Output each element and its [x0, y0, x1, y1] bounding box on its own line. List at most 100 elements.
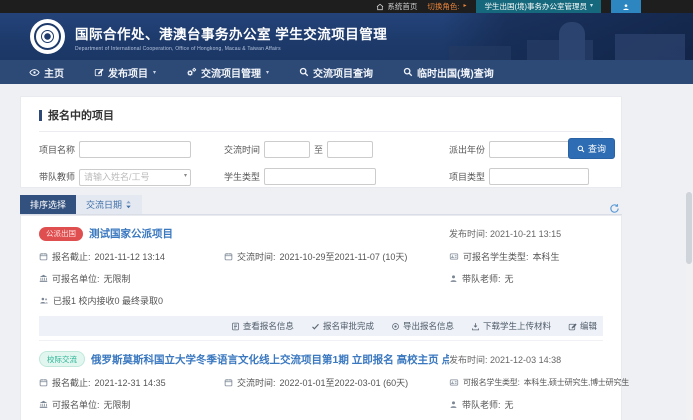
- user-icon: [449, 274, 458, 283]
- section-title: 报名中的项目: [48, 107, 114, 123]
- main-nav: 主页 发布项目 ▾ 交流项目管理 ▾ 交流项目查询 临时出国(境)查询: [0, 60, 693, 84]
- tab-exchange-date[interactable]: 交流日期: [76, 195, 142, 214]
- enroll-counts: 已报1 校内接收0 最终录取0: [39, 294, 603, 307]
- nav-item-home[interactable]: 主页: [14, 60, 79, 84]
- exchange-period-field: 交流时间:2021-10-29至2021-11-07 (10天): [224, 250, 449, 263]
- nav-item-label: 交流项目管理: [201, 65, 261, 80]
- screen: 系统首页 切换角色: 学生出国(境)事务办公室管理员 国际合作处、港澳台事务办公…: [0, 0, 693, 420]
- exchange-time-start-input[interactable]: [264, 141, 310, 158]
- publish-time: 发布时间: 2021-12-03 14:38: [449, 353, 603, 366]
- switch-role-label: 切换角色:: [427, 0, 459, 13]
- section-accent-bar: [39, 110, 42, 121]
- home-icon: [376, 3, 384, 11]
- export-icon: [391, 322, 400, 331]
- project-action-bar: 查看报名信息 报名审批完成 导出报名信息 下载学生上传材料: [39, 316, 603, 336]
- app-header: 国际合作处、港澳台事务办公室 学生交流项目管理 Department of In…: [0, 13, 693, 60]
- exchange-time-label: 交流时间: [224, 143, 260, 156]
- exchange-period-field: 交流时间:2022-01-01至2022-03-01 (60天): [224, 376, 449, 389]
- edit-icon: [568, 322, 577, 331]
- nav-item-label: 临时出国(境)查询: [417, 65, 494, 80]
- filter-panel: 报名中的项目 项目名称 交流时间 至 派出年份: [20, 96, 622, 188]
- app-title: 国际合作处、港澳台事务办公室 学生交流项目管理: [75, 23, 387, 43]
- system-home-link[interactable]: 系统首页: [376, 0, 417, 13]
- deadline-field: 报名截止:2021-12-31 14:35: [39, 376, 224, 389]
- nav-item-publish-project[interactable]: 发布项目 ▾: [79, 60, 171, 84]
- eye-icon: [29, 67, 40, 78]
- project-title-link[interactable]: 俄罗斯莫斯科国立大学冬季语言文化线上交流项目第1期 立即报名 高校主页 点击关注: [91, 352, 449, 367]
- view-signup-info-link[interactable]: 查看报名信息: [231, 320, 294, 332]
- project-name-label: 项目名称: [39, 143, 75, 156]
- download-materials-link[interactable]: 下载学生上传材料: [471, 320, 551, 332]
- search-icon: [299, 67, 309, 77]
- calendar-icon: [224, 252, 233, 261]
- tab-sort-select[interactable]: 排序选择: [20, 195, 76, 214]
- clipboard-icon: [231, 322, 240, 331]
- calendar-icon: [224, 378, 233, 387]
- exchange-time-end-input[interactable]: [327, 141, 373, 158]
- id-card-icon: [449, 252, 459, 261]
- student-type-field: 可报名学生类型:本科生: [449, 250, 603, 263]
- deadline-field: 报名截止:2021-11-12 13:14: [39, 250, 224, 263]
- project-item: 校际交流 俄罗斯莫斯科国立大学冬季语言文化线上交流项目第1期 立即报名 高校主页…: [39, 340, 603, 420]
- project-badge: 校际交流: [39, 351, 85, 367]
- approve-complete-link[interactable]: 报名审批完成: [311, 320, 374, 332]
- nav-item-temp-abroad-search[interactable]: 临时出国(境)查询: [388, 60, 509, 84]
- depart-year-label: 派出年份: [449, 143, 485, 156]
- chevron-down-icon: ▾: [153, 69, 156, 76]
- download-icon: [471, 322, 480, 331]
- unit-field: 可报名单位:无限制: [39, 398, 224, 411]
- top-utility-bar: 系统首页 切换角色: 学生出国(境)事务办公室管理员: [0, 0, 693, 13]
- list-tabbar: 排序选择 交流日期: [20, 196, 622, 215]
- role-selector-dropdown[interactable]: 学生出国(境)事务办公室管理员: [476, 0, 601, 13]
- system-home-label: 系统首页: [387, 0, 417, 13]
- lead-teacher-field: 带队老师:无: [449, 272, 603, 285]
- export-signup-info-link[interactable]: 导出报名信息: [391, 320, 454, 332]
- student-type-field: 可报名学生类型:本科生,硕士研究生,博士研究生: [449, 376, 629, 389]
- unit-field: 可报名单位:无限制: [39, 272, 224, 285]
- project-type-input[interactable]: [489, 168, 589, 185]
- refresh-button[interactable]: [609, 203, 622, 214]
- search-icon: [577, 145, 585, 153]
- refresh-icon: [609, 203, 620, 214]
- scrollbar-thumb[interactable]: [686, 192, 692, 264]
- university-seal-logo: [30, 19, 65, 54]
- project-list: 公派出国 测试国家公派项目 发布时间: 2021-10-21 13:15 报名截…: [20, 215, 622, 420]
- nav-item-exchange-project-search[interactable]: 交流项目查询: [284, 60, 388, 84]
- lead-teacher-select[interactable]: [79, 169, 191, 186]
- student-type-label: 学生类型: [224, 170, 260, 183]
- nav-item-label: 主页: [44, 65, 64, 80]
- project-name-input[interactable]: [79, 141, 191, 158]
- project-title-link[interactable]: 测试国家公派项目: [89, 226, 173, 241]
- search-icon: [403, 67, 413, 77]
- lead-teacher-field: 带队老师:无: [449, 398, 603, 411]
- search-button[interactable]: 查询: [568, 138, 615, 159]
- role-label: 学生出国(境)事务办公室管理员: [484, 0, 587, 13]
- bank-icon: [39, 274, 48, 283]
- nav-item-label: 交流项目查询: [313, 65, 373, 80]
- student-type-input[interactable]: [264, 168, 376, 185]
- project-type-label: 项目类型: [449, 170, 485, 183]
- nav-item-exchange-project-manage[interactable]: 交流项目管理 ▾: [171, 60, 284, 84]
- bank-icon: [39, 400, 48, 409]
- sort-icon: [125, 200, 132, 209]
- user-menu-button[interactable]: [611, 0, 641, 13]
- nav-item-label: 发布项目: [108, 65, 148, 80]
- switch-role-link[interactable]: 切换角色:: [427, 0, 466, 13]
- publish-time: 发布时间: 2021-10-21 13:15: [449, 227, 603, 240]
- id-card-icon: [449, 378, 459, 387]
- header-building-image: [443, 13, 693, 60]
- users-icon: [39, 296, 49, 305]
- calendar-icon: [39, 252, 48, 261]
- tab-label: 排序选择: [30, 198, 66, 211]
- page-body: 报名中的项目 项目名称 交流时间 至 派出年份: [0, 84, 693, 420]
- user-icon: [449, 400, 458, 409]
- app-subtitle: Department of International Cooperation,…: [75, 46, 387, 52]
- lead-teacher-label: 带队教师: [39, 170, 75, 183]
- project-item: 公派出国 测试国家公派项目 发布时间: 2021-10-21 13:15 报名截…: [39, 216, 603, 336]
- user-icon: [622, 3, 630, 11]
- check-icon: [311, 322, 320, 331]
- edit-project-link[interactable]: 编辑: [568, 320, 597, 332]
- edit-icon: [94, 67, 104, 77]
- date-range-to-label: 至: [314, 143, 323, 156]
- tab-label: 交流日期: [86, 198, 122, 211]
